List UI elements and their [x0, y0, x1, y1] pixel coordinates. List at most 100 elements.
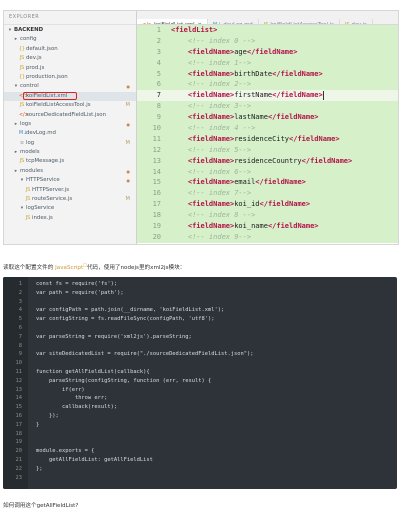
code-text: var configString = fs.readFileSync(confi… — [36, 316, 215, 323]
file-item[interactable]: ≡ log M — [4, 139, 136, 148]
file-item[interactable]: JS tcpMessage.js — [4, 157, 136, 166]
file-item[interactable]: {}default.json — [4, 45, 136, 54]
xml-tag: <fieldList> — [171, 26, 218, 34]
line-number: 10 — [152, 124, 161, 133]
file-item[interactable]: </>koiFieldList.xml — [4, 91, 136, 102]
folder-item[interactable]: ▸ modules ● — [4, 167, 136, 176]
line-number: 10 — [15, 360, 23, 367]
folder-item[interactable]: ▸ models — [4, 148, 136, 157]
code-block-line: 12 parseString(configString, function (e… — [3, 377, 397, 386]
xml-open-tag: <fieldName> — [187, 69, 235, 78]
line-number: 2 — [18, 289, 22, 296]
code-line: 16 <!-- index 7--> — [137, 188, 398, 199]
code-line: 17 <fieldName>koi_id</fieldName> — [137, 199, 398, 210]
editor-pane: </> koiFieldList.xml ✕ M↓ devLog.md JS koiFiel… — [137, 11, 398, 244]
field-value: residenceCity — [234, 134, 290, 143]
file-item[interactable]: JS koiFieldListAccessTool.js M — [4, 101, 136, 110]
line-number: 5 — [156, 69, 161, 78]
file-type-icon: ≡ — [19, 140, 25, 146]
xml-comment: <!-- index 9--> — [187, 232, 252, 241]
code-block-line: 18 — [3, 430, 397, 439]
line-number: 16 — [152, 189, 161, 198]
file-item[interactable]: JS routeService.js M — [4, 195, 136, 204]
tree-item-label: logService — [26, 205, 55, 212]
code-block-line: 23 — [3, 474, 397, 483]
xml-comment: <!-- index 5--> — [187, 145, 252, 154]
changes-dot-icon: ● — [126, 178, 131, 184]
intro-paragraph: 读取这个配置文件的 JavaScript□代码，使用了nodejs里的xml2j… — [3, 262, 185, 271]
code-text: callback(result); — [36, 404, 118, 411]
code-text: var siteDedicatedList = require("./sourc… — [36, 351, 254, 358]
line-number: 7 — [156, 91, 161, 100]
tree-item-label: HTTPService — [26, 177, 60, 184]
xml-comment: <!-- index 7--> — [187, 189, 252, 198]
line-number: 14 — [15, 395, 23, 402]
folder-chevron-icon: ▸ — [14, 168, 18, 174]
modified-badge: M — [125, 139, 130, 146]
code-block-line: 16 }); — [3, 412, 397, 421]
line-number: 8 — [18, 342, 22, 349]
code-block-line: 1 const fs = require('fs'); — [3, 280, 397, 289]
code-block-line: 14 throw err; — [3, 394, 397, 403]
tree-item-label: log — [26, 139, 35, 146]
code-line: 19 <fieldName>koi_name</fieldName> — [137, 221, 398, 232]
file-type-icon: {} — [19, 46, 26, 52]
file-item[interactable]: JS HTTPServer.js — [4, 186, 136, 195]
folder-item[interactable]: ▾ BACKEND — [4, 26, 136, 35]
line-number: 7 — [18, 333, 22, 340]
explorer-header: EXPLORER — [4, 11, 136, 25]
question-paragraph: 如何调用这个getAllFieldList? — [3, 503, 79, 509]
javascript-link[interactable]: JavaScript — [55, 265, 83, 271]
file-item[interactable]: M↓devLog.md — [4, 129, 136, 138]
xml-close-tag: </fieldName> — [255, 178, 306, 187]
changes-dot-icon: ● — [126, 121, 131, 127]
file-type-icon: </> — [19, 112, 29, 118]
file-item[interactable]: JS index.js — [4, 214, 136, 223]
xml-comment: <!-- index 2--> — [187, 80, 252, 89]
line-number: 14 — [152, 167, 161, 176]
file-item[interactable]: {}production.json — [4, 73, 136, 82]
code-block-line: 15 callback(result); — [3, 403, 397, 412]
tree-item-label: production.json — [26, 73, 68, 80]
selection-highlight-box — [23, 91, 77, 100]
code-block: 1 const fs = require('fs'); 2 var path = re… — [3, 277, 397, 489]
code-line: 4 <!-- index 1--> — [137, 58, 398, 69]
line-number: 3 — [156, 47, 161, 56]
code-text: var parseString = require('xml2js').pars… — [36, 333, 192, 340]
code-line: 7 <fieldName>firstName</fieldName> — [137, 90, 398, 102]
code-line: 6 <!-- index 2--> — [137, 79, 398, 90]
code-block-line: 13 if(err) — [3, 386, 397, 395]
modified-badge: M — [125, 196, 130, 203]
code-line: 8 <!-- index 3--> — [137, 101, 398, 112]
code-block-line: 2 var path = require('path'); — [3, 289, 397, 298]
xml-comment: <!-- index 3--> — [187, 102, 252, 111]
line-number: 23 — [15, 474, 23, 481]
folder-item[interactable]: ▾ logService — [4, 204, 136, 213]
file-item[interactable]: JS prod.js — [4, 64, 136, 73]
code-lines: 1 const fs = require('fs'); 2 var path = re… — [3, 280, 397, 482]
xml-comment: <!-- index 8 --> — [187, 211, 256, 220]
line-number: 18 — [15, 430, 23, 437]
xml-close-tag: </fieldName> — [246, 47, 298, 56]
code-block-line: 17} — [3, 421, 397, 430]
editor-tabs: </> koiFieldList.xml ✕ M↓ devLog.md JS koiFiel… — [137, 11, 398, 25]
line-number: 17 — [152, 200, 161, 209]
code-block-line: 21 getAllFieldList: getAllFieldList — [3, 456, 397, 465]
tree-item-label: HTTPServer.js — [32, 186, 69, 193]
folder-item[interactable]: ▾ HTTPService ● — [4, 176, 136, 185]
line-number: 5 — [18, 316, 22, 323]
folder-chevron-icon: ▸ — [14, 121, 18, 127]
code-line: 18 <!-- index 8 --> — [137, 210, 398, 221]
folder-item[interactable]: ▸ logs ● — [4, 120, 136, 129]
field-value: koi_id — [234, 200, 260, 209]
code-text: if(err) — [36, 386, 85, 393]
folder-item[interactable]: ▸ config — [4, 35, 136, 44]
code-block-line: 3 — [3, 298, 397, 307]
file-item[interactable]: </>sourceDedicatedFieldList.json — [4, 111, 136, 120]
folder-item[interactable]: ▾ control ● — [4, 82, 136, 91]
tree-item-label: default.json — [26, 45, 58, 52]
line-number: 11 — [15, 368, 23, 375]
line-number: 13 — [15, 386, 23, 393]
code-line: 20 <!-- index 9--> — [137, 232, 398, 243]
file-item[interactable]: JS dev.js — [4, 54, 136, 63]
